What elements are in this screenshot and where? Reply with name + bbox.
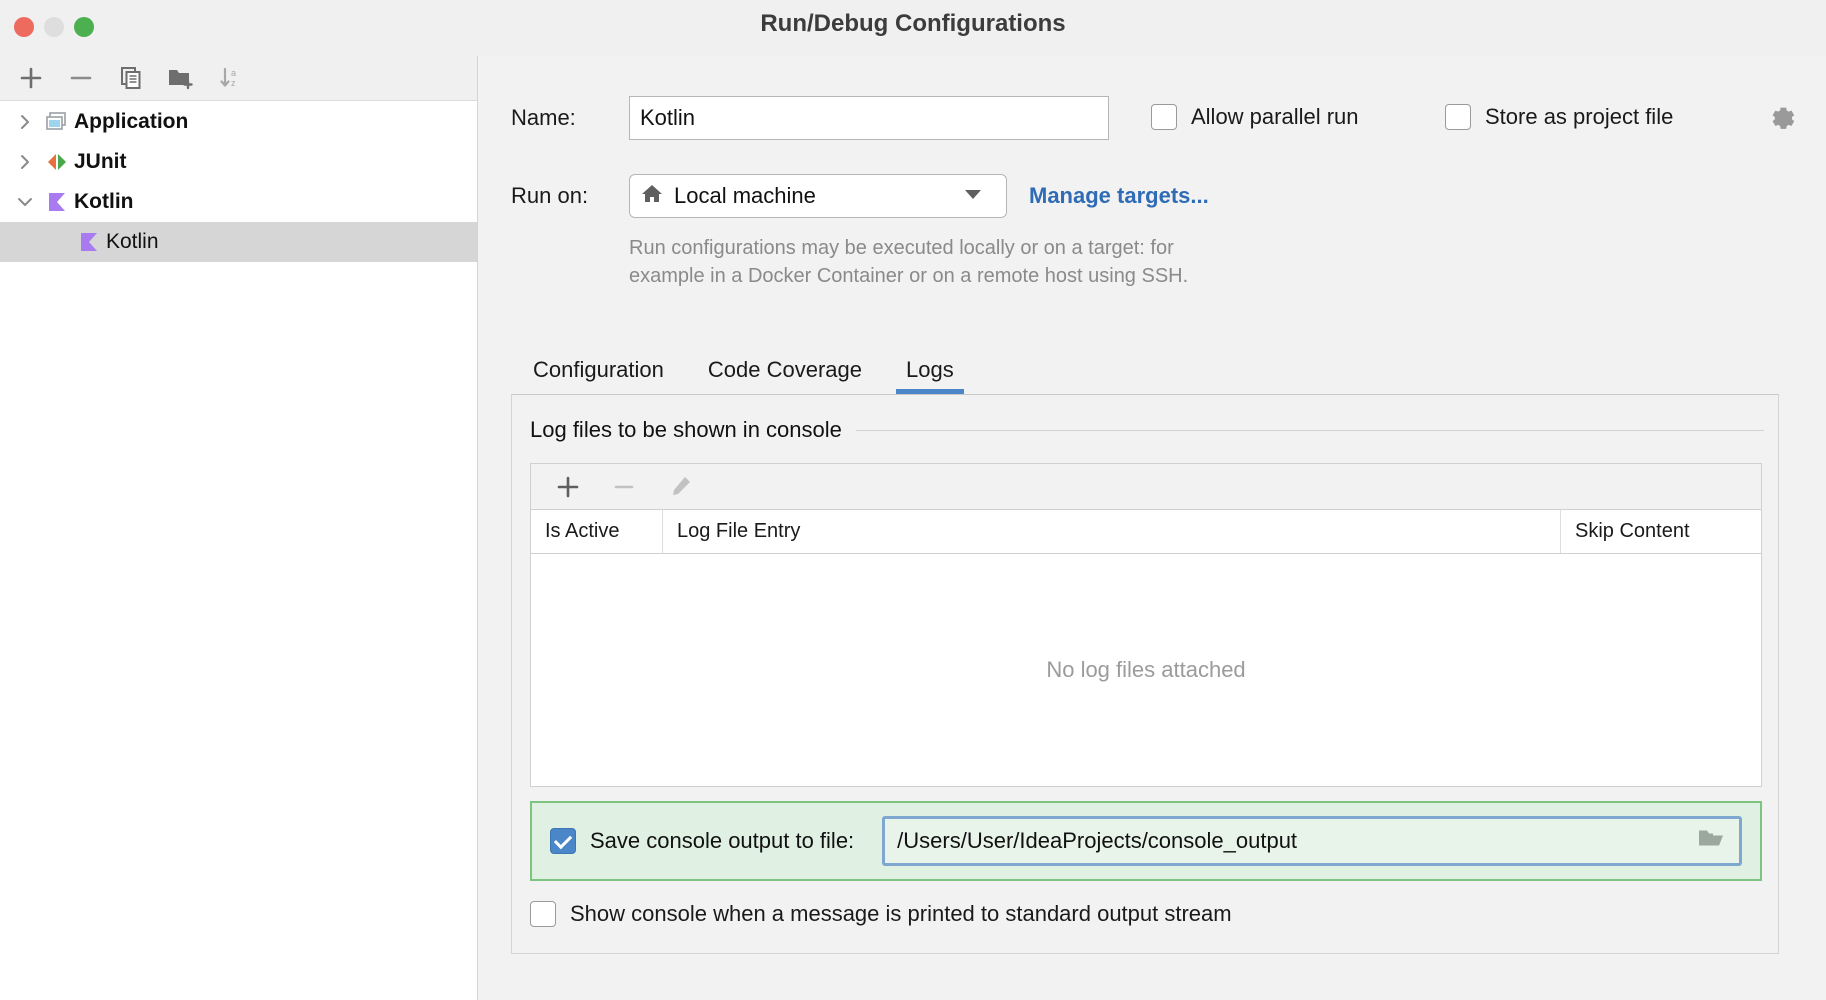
run-on-hint-line-2: example in a Docker Container or on a re… bbox=[629, 262, 1329, 290]
name-label: Name: bbox=[511, 105, 629, 131]
editor-tabs: Configuration Code Coverage Logs bbox=[511, 346, 976, 394]
run-on-select[interactable]: Local machine bbox=[629, 174, 1007, 218]
column-header-skip-content[interactable]: Skip Content bbox=[1561, 510, 1761, 553]
tree-item-kotlin-group[interactable]: Kotlin bbox=[0, 182, 477, 222]
tab-code-coverage[interactable]: Code Coverage bbox=[686, 346, 884, 394]
name-row: Name: bbox=[511, 96, 1109, 140]
folder-open-icon[interactable] bbox=[1697, 827, 1725, 856]
save-console-output-row: Save console output to file: /Users/User… bbox=[530, 801, 1762, 881]
group-divider bbox=[856, 430, 1764, 431]
tree-item-application[interactable]: Application bbox=[0, 102, 477, 142]
tab-label: Code Coverage bbox=[708, 357, 862, 383]
log-files-table-body: No log files attached bbox=[531, 554, 1761, 786]
new-folder-button[interactable] bbox=[158, 59, 204, 97]
log-files-group-title: Log files to be shown in console bbox=[530, 417, 842, 443]
sidebar-toolbar: a z bbox=[0, 56, 477, 101]
log-files-table: Is Active Log File Entry Skip Content No… bbox=[530, 463, 1762, 787]
kotlin-icon bbox=[40, 190, 74, 214]
tree-item-label: Application bbox=[74, 110, 188, 134]
svg-text:a: a bbox=[231, 68, 236, 78]
run-on-hint-line-1: Run configurations may be executed local… bbox=[629, 234, 1329, 262]
remove-configuration-button[interactable] bbox=[58, 59, 104, 97]
store-as-project-file-row[interactable]: Store as project file bbox=[1445, 104, 1673, 130]
chevron-down-icon[interactable] bbox=[964, 187, 982, 205]
gear-icon[interactable] bbox=[1769, 106, 1795, 137]
run-on-selected-value: Local machine bbox=[674, 183, 816, 209]
logs-panel: Log files to be shown in console bbox=[511, 394, 1779, 954]
tree-item-kotlin-config[interactable]: Kotlin bbox=[0, 222, 477, 262]
column-header-log-file-entry[interactable]: Log File Entry bbox=[663, 510, 1561, 553]
store-as-project-file-checkbox[interactable] bbox=[1445, 104, 1471, 130]
run-on-hint: Run configurations may be executed local… bbox=[629, 234, 1329, 290]
column-header-is-active[interactable]: Is Active bbox=[531, 510, 663, 553]
run-on-label: Run on: bbox=[511, 183, 629, 209]
home-icon bbox=[640, 182, 664, 211]
allow-parallel-run-label: Allow parallel run bbox=[1191, 104, 1359, 130]
console-output-path-value: /Users/User/IdeaProjects/console_output bbox=[897, 828, 1297, 854]
tab-configuration[interactable]: Configuration bbox=[511, 346, 686, 394]
allow-parallel-run-row[interactable]: Allow parallel run bbox=[1151, 104, 1359, 130]
run-on-row: Run on: Local machine Manage targets... bbox=[511, 174, 1209, 218]
add-log-file-button[interactable] bbox=[545, 468, 591, 506]
chevron-down-icon[interactable] bbox=[10, 194, 40, 210]
tree-item-junit[interactable]: JUnit bbox=[0, 142, 477, 182]
tab-label: Logs bbox=[906, 357, 954, 383]
log-files-group-header: Log files to be shown in console bbox=[530, 417, 1764, 443]
chevron-right-icon[interactable] bbox=[10, 154, 40, 170]
page-title: Run/Debug Configurations bbox=[0, 10, 1826, 38]
show-console-on-stdout-row[interactable]: Show console when a message is printed t… bbox=[530, 901, 1232, 927]
manage-targets-link[interactable]: Manage targets... bbox=[1029, 183, 1209, 209]
store-as-project-file-label: Store as project file bbox=[1485, 104, 1673, 130]
run-debug-configurations-window: Run/Debug Configurations bbox=[0, 0, 1826, 1000]
tree-item-label: Kotlin bbox=[106, 230, 159, 254]
save-console-output-checkbox[interactable] bbox=[550, 828, 576, 854]
tree-item-label: Kotlin bbox=[74, 190, 133, 214]
tab-label: Configuration bbox=[533, 357, 664, 383]
chevron-right-icon[interactable] bbox=[10, 114, 40, 130]
junit-icon bbox=[40, 150, 74, 174]
title-bar: Run/Debug Configurations bbox=[0, 0, 1826, 56]
save-console-output-label: Save console output to file: bbox=[590, 828, 854, 854]
svg-text:z: z bbox=[231, 78, 236, 88]
name-input[interactable] bbox=[629, 96, 1109, 140]
tab-logs[interactable]: Logs bbox=[884, 346, 976, 394]
configurations-tree: Application JUnit bbox=[0, 102, 477, 262]
copy-configuration-button[interactable] bbox=[108, 59, 154, 97]
remove-log-file-button[interactable] bbox=[601, 468, 647, 506]
show-console-on-stdout-label: Show console when a message is printed t… bbox=[570, 901, 1232, 927]
application-icon bbox=[40, 110, 74, 134]
configuration-editor: Name: Allow parallel run Store as projec… bbox=[479, 56, 1826, 1000]
console-output-path-field[interactable]: /Users/User/IdeaProjects/console_output bbox=[882, 816, 1742, 866]
empty-state-message: No log files attached bbox=[1046, 657, 1245, 683]
log-files-table-header: Is Active Log File Entry Skip Content bbox=[531, 510, 1761, 554]
tree-item-label: JUnit bbox=[74, 150, 127, 174]
add-configuration-button[interactable] bbox=[8, 59, 54, 97]
kotlin-icon bbox=[72, 230, 106, 254]
configurations-sidebar: a z Application bbox=[0, 56, 478, 1000]
log-files-table-toolbar bbox=[531, 464, 1761, 510]
allow-parallel-run-checkbox[interactable] bbox=[1151, 104, 1177, 130]
edit-log-file-button[interactable] bbox=[657, 468, 703, 506]
sort-configurations-button[interactable]: a z bbox=[208, 59, 254, 97]
show-console-on-stdout-checkbox[interactable] bbox=[530, 901, 556, 927]
